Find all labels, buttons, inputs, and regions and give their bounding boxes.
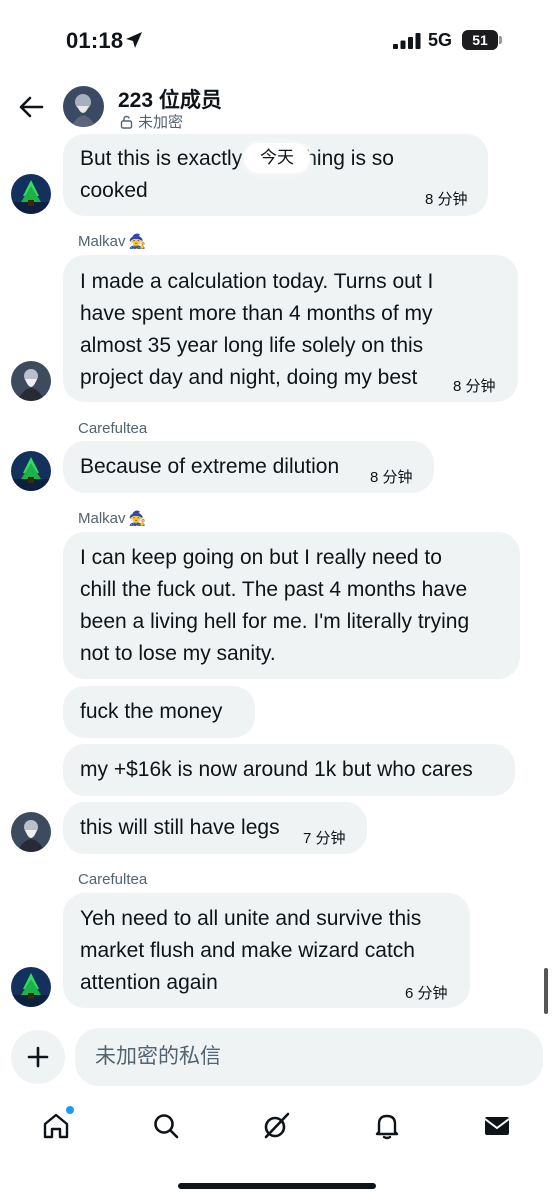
sender-label: Carefultea [78, 420, 148, 437]
nav-home[interactable] [38, 1106, 74, 1144]
nav-notifications[interactable] [369, 1108, 405, 1144]
message-bubble[interactable]: fuck the money [63, 686, 255, 738]
cellular-signal-icon [393, 33, 421, 49]
sender-avatar-carefultea[interactable] [11, 967, 51, 1007]
home-indicator[interactable] [178, 1183, 376, 1189]
messages-icon [484, 1117, 510, 1135]
encryption-status: 未加密 [120, 111, 183, 132]
message-time: 8 分钟 [370, 469, 413, 486]
message-text: my +$16k is now around 1k but who cares [80, 758, 473, 781]
grok-icon [264, 1112, 290, 1139]
sender-label: Carefultea [78, 871, 148, 888]
add-attachment-button[interactable] [11, 1030, 65, 1084]
conversation-header: 223 位成员 未加密 [0, 80, 553, 136]
sender-avatar-carefultea[interactable] [11, 174, 51, 214]
day-divider: 今天 [244, 143, 310, 173]
green-tree-avatar-image [11, 174, 51, 214]
group-avatar[interactable] [63, 86, 104, 127]
nav-grok[interactable] [258, 1108, 294, 1144]
green-tree-avatar-image [11, 451, 51, 491]
sender-avatar-malkav[interactable] [11, 361, 51, 401]
encryption-label: 未加密 [138, 114, 184, 131]
battery-cap [499, 36, 502, 44]
back-arrow-icon [19, 96, 44, 118]
message-bubble[interactable]: this will still have legs 7 分钟 [63, 802, 367, 854]
sender-avatar-carefultea[interactable] [11, 451, 51, 491]
group-title[interactable]: 223 位成员 [118, 84, 222, 114]
bottom-navigation [0, 1100, 553, 1156]
notifications-icon [375, 1114, 399, 1140]
sender-name: Carefultea [78, 871, 147, 888]
message-text: I can keep going on but I really need to… [80, 546, 470, 665]
scrollbar-thumb[interactable] [544, 968, 548, 1014]
plus-icon [27, 1046, 49, 1068]
network-type: 5G [428, 30, 453, 50]
wizard-avatar-image [11, 812, 51, 852]
green-tree-avatar-image [11, 967, 51, 1007]
wizard-avatar-image [11, 361, 51, 401]
message-bubble[interactable]: I can keep going on but I really need to… [63, 532, 520, 679]
message-bubble[interactable]: Yeh need to all unite and survive this m… [63, 893, 470, 1008]
sender-label: Malkav [78, 233, 126, 250]
message-bubble[interactable]: my +$16k is now around 1k but who cares [63, 744, 515, 796]
home-icon [43, 1113, 69, 1139]
nav-search[interactable] [148, 1108, 184, 1144]
battery-icon: 51 [462, 30, 498, 50]
wizard-avatar-image [63, 86, 104, 127]
message-bubble[interactable]: Because of extreme dilution 8 分钟 [63, 441, 434, 493]
sender-label: Malkav [78, 510, 126, 527]
sender-avatar-malkav[interactable] [11, 812, 51, 852]
sender-name: Malkav 🧙 [78, 233, 146, 250]
message-text: fuck the money [80, 700, 223, 723]
message-time: 8 分钟 [453, 378, 496, 395]
message-time: 8 分钟 [425, 191, 468, 208]
message-bubble[interactable]: I made a calculation today. Turns out I … [63, 255, 518, 402]
message-time: 6 分钟 [405, 985, 448, 1002]
sender-name: Carefultea [78, 420, 147, 437]
unlocked-icon [120, 115, 133, 129]
wizard-emoji-icon: 🧙 [128, 510, 146, 526]
back-button[interactable] [14, 90, 48, 124]
sender-name: Malkav 🧙 [78, 510, 146, 527]
notification-dot [66, 1106, 74, 1114]
wizard-emoji-icon: 🧙 [128, 233, 146, 249]
message-input[interactable] [75, 1028, 543, 1086]
nav-messages[interactable] [479, 1108, 515, 1144]
message-time: 7 分钟 [303, 830, 346, 847]
status-time: 01:18 [66, 28, 124, 53]
location-arrow-icon [126, 32, 142, 48]
search-icon [154, 1114, 179, 1139]
status-bar: 01:18 5G 51 [0, 0, 553, 80]
